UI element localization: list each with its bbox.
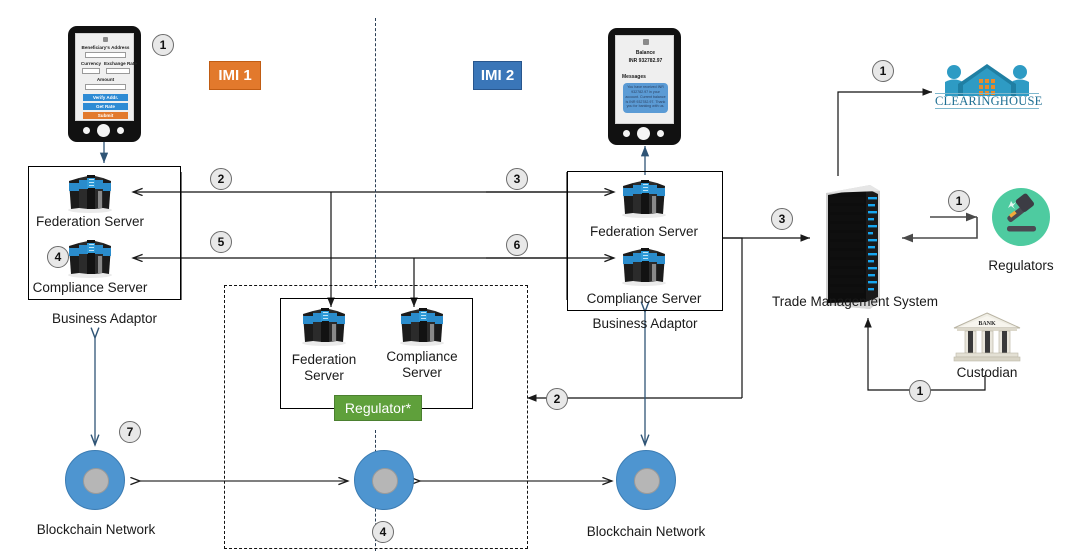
exchange-rate-input[interactable] <box>106 68 130 74</box>
blockchain-node-mid[interactable] <box>354 450 414 510</box>
step-badge-2-tms-to-regulator: 2 <box>546 388 568 410</box>
compliance-server-icon-right <box>620 248 668 286</box>
business-adaptor-label-left: Business Adaptor <box>51 311 158 326</box>
compliance-server-icon-regulator <box>398 308 446 346</box>
messages-label: Messages <box>622 74 646 80</box>
step-badge-1-clearinghouse: 1 <box>872 60 894 82</box>
custodian-label: Custodian <box>956 365 1018 380</box>
balance-value: INR 932782.97 <box>628 58 663 64</box>
custodian-icon[interactable]: BANK <box>952 311 1022 363</box>
phone-left-menu-dot <box>117 127 124 134</box>
business-adaptor-label-right: Business Adaptor <box>592 316 698 331</box>
balance-label: Balance <box>635 50 656 56</box>
federation-server-label-regulator: Federation Server <box>291 352 357 383</box>
currency-input[interactable] <box>82 68 100 74</box>
submit-button[interactable]: Submit <box>83 112 128 119</box>
federation-server-label-left: Federation Server <box>35 214 145 229</box>
camera-icon <box>103 37 108 42</box>
step-badge-4-mid-blockchain: 4 <box>372 521 394 543</box>
compliance-server-icon-left <box>66 240 114 278</box>
svg-text:BANK: BANK <box>978 321 996 327</box>
blockchain-core-mid <box>372 468 398 494</box>
step-badge-1-regulators: 1 <box>948 190 970 212</box>
field-label-beneficiary-address: Beneficiary's Address <box>81 45 130 50</box>
verify-address-button[interactable]: Verify Addr. <box>83 94 128 101</box>
field-label-currency: Currency <box>80 61 102 66</box>
amount-input[interactable] <box>85 84 126 90</box>
payment-initiation-phone[interactable]: Beneficiary's Address Currency Exchange … <box>68 26 141 142</box>
imi-divider-line <box>375 18 376 288</box>
blockchain-core-right <box>634 468 660 494</box>
trade-management-system-label: Trade Management System <box>771 294 939 309</box>
blockchain-network-label-left: Blockchain Network <box>36 522 156 537</box>
field-label-exchange-rate: Exchange Rate <box>104 61 137 66</box>
beneficiary-phone[interactable]: Balance INR 932782.97 Messages You have … <box>608 28 681 145</box>
phone-screen-right: Balance INR 932782.97 Messages You have … <box>615 35 674 124</box>
step-badge-2: 2 <box>210 168 232 190</box>
phone-right-home-button[interactable] <box>637 127 650 140</box>
imi-1-label: IMI 1 <box>209 61 261 90</box>
architecture-diagram: IMI 1 IMI 2 Beneficiary's Address Curren… <box>0 0 1067 551</box>
blockchain-network-label-right: Blockchain Network <box>586 524 706 539</box>
step-badge-5: 5 <box>210 231 232 253</box>
step-badge-7: 7 <box>119 421 141 443</box>
phone-left-home-button[interactable] <box>97 124 110 137</box>
blockchain-node-left[interactable] <box>65 450 125 510</box>
get-rate-button[interactable]: Get Rate <box>83 103 128 110</box>
beneficiary-address-input[interactable] <box>85 52 126 58</box>
regulators-label: Regulators <box>988 258 1054 273</box>
blockchain-node-right[interactable] <box>616 450 676 510</box>
imi-2-label: IMI 2 <box>473 61 522 90</box>
regulators-icon[interactable] <box>992 188 1050 246</box>
step-badge-phone-left: 1 <box>152 34 174 56</box>
compliance-server-label-left: Compliance Server <box>32 280 148 295</box>
federation-server-label-right: Federation Server <box>589 224 699 239</box>
step-badge-6-right-comp: 6 <box>506 234 528 256</box>
field-label-amount: Amount <box>96 77 115 82</box>
regulator-chip: Regulator* <box>334 395 422 421</box>
compliance-server-label-right: Compliance Server <box>586 291 702 306</box>
compliance-server-label-regulator: Compliance Server <box>386 349 458 380</box>
step-badge-1-custodian: 1 <box>909 380 931 402</box>
step-badge-3-tms: 3 <box>771 208 793 230</box>
federation-server-icon-regulator <box>300 308 348 346</box>
message-bubble: You have received INR 932782.97 in your … <box>623 83 668 113</box>
step-badge-3-right-fed: 3 <box>506 168 528 190</box>
clearinghouse-label: CLEARINGHOUSE <box>935 93 1043 109</box>
phone-right-menu-dot <box>657 130 664 137</box>
phone-left-back-dot <box>83 127 90 134</box>
camera-icon <box>643 39 649 45</box>
phone-screen-left: Beneficiary's Address Currency Exchange … <box>75 33 137 121</box>
federation-server-icon-right <box>620 180 668 218</box>
phone-right-back-dot <box>623 130 630 137</box>
blockchain-core-left <box>83 468 109 494</box>
step-badge-left-compliance: 4 <box>47 246 69 268</box>
federation-server-icon-left <box>66 175 114 213</box>
